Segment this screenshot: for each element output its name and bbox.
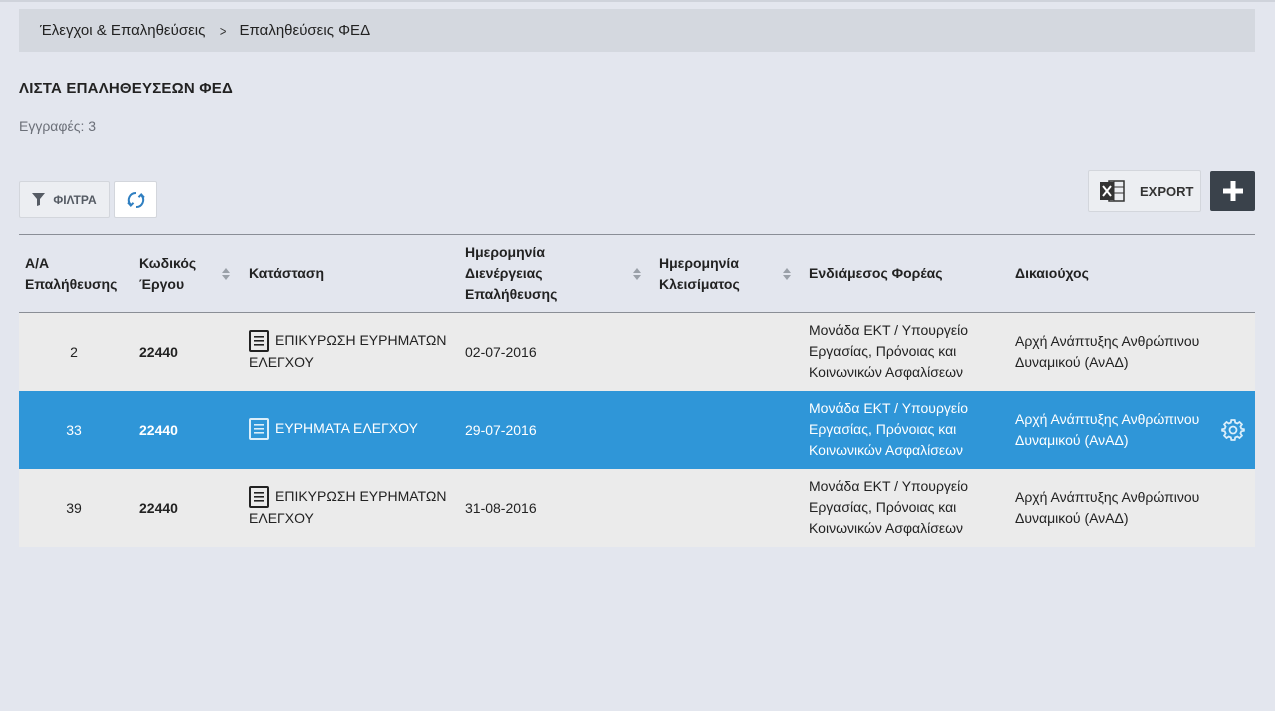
- page-title: ΛΙΣΤΑ ΕΠΑΛΗΘΕΥΣΕΩΝ ΦΕΔ: [19, 80, 233, 97]
- row-beneficiary: Αρχή Ανάπτυξης Ανθρώπινου Δυναμικού (ΑνΑ…: [1015, 331, 1199, 373]
- refresh-icon: [126, 191, 145, 208]
- top-border: [0, 0, 1275, 2]
- export-button[interactable]: EXPORT: [1088, 170, 1201, 212]
- row-code: 22440: [139, 422, 178, 438]
- header-code-line2: Έργου: [139, 276, 185, 292]
- table-row[interactable]: 2 22440 ΕΠΙΚΥΡΩΣΗ ΕΥΡΗΜΑΤΩΝ ΕΛΕΓΧΟΥ 02-0…: [19, 313, 1255, 391]
- header-close-date[interactable]: Ημερομηνία Κλεισίματος: [659, 253, 740, 295]
- breadcrumb-parent[interactable]: Έλεγχοι & Επαληθεύσεις: [40, 22, 205, 39]
- header-aa-line2: Επαλήθευσης: [25, 276, 118, 292]
- body-line3: Κοινωνικών Ασφαλίσεων: [809, 442, 964, 458]
- row-status: ΕΠΙΚΥΡΩΣΗ ΕΥΡΗΜΑΤΩΝ ΕΛΕΓΧΟΥ: [249, 330, 446, 373]
- records-count: Εγγραφές: 3: [19, 118, 97, 134]
- header-close-line2: Κλεισίματος: [659, 276, 740, 292]
- body-line1: Μονάδα ΕΚΤ / Υπουργείο: [809, 400, 969, 416]
- row-code: 22440: [139, 500, 178, 516]
- ben-line2: Δυναμικού (ΑνΑΔ): [1015, 432, 1129, 448]
- ben-line1: Αρχή Ανάπτυξης Ανθρώπινου: [1015, 411, 1200, 427]
- header-aa-line1: Α/Α: [25, 255, 50, 271]
- row-intermediate-body: Μονάδα ΕΚΤ / Υπουργείο Εργασίας, Πρόνοια…: [809, 320, 968, 383]
- header-code-line1: Κωδικός: [139, 255, 197, 271]
- header-status[interactable]: Κατάσταση: [249, 263, 324, 284]
- filter-icon: [32, 193, 46, 206]
- plus-icon: [1222, 181, 1243, 201]
- row-intermediate-body: Μονάδα ΕΚΤ / Υπουργείο Εργασίας, Πρόνοια…: [809, 398, 968, 461]
- header-aa[interactable]: Α/Α Επαλήθευσης: [25, 253, 117, 295]
- row-date: 31-08-2016: [465, 500, 537, 516]
- table-header: Α/Α Επαλήθευσης Κωδικός Έργου Κατάσταση …: [19, 235, 1255, 313]
- ben-line1: Αρχή Ανάπτυξης Ανθρώπινου: [1015, 333, 1200, 349]
- body-line1: Μονάδα ΕΚΤ / Υπουργείο: [809, 478, 969, 494]
- row-code: 22440: [139, 344, 178, 360]
- export-label: EXPORT: [1140, 183, 1194, 199]
- ben-line1: Αρχή Ανάπτυξης Ανθρώπινου: [1015, 489, 1200, 505]
- excel-icon: [1100, 180, 1125, 202]
- header-date[interactable]: Ημερομηνία Διενέργειας Επαλήθευσης: [465, 242, 557, 305]
- row-date: 29-07-2016: [465, 422, 537, 438]
- ben-line2: Δυναμικού (ΑνΑΔ): [1015, 354, 1129, 370]
- status-line2: ΕΛΕΓΧΟΥ: [249, 510, 314, 526]
- filters-label: ΦΙΛΤΡΑ: [53, 192, 97, 207]
- row-status: ΕΥΡΗΜΑΤΑ ΕΛΕΓΧΟΥ: [249, 418, 418, 440]
- body-line3: Κοινωνικών Ασφαλίσεων: [809, 364, 964, 380]
- chevron-right-icon: >: [220, 22, 227, 39]
- body-line2: Εργασίας, Πρόνοιας και: [809, 343, 957, 359]
- row-beneficiary: Αρχή Ανάπτυξης Ανθρώπινου Δυναμικού (ΑνΑ…: [1015, 409, 1199, 451]
- breadcrumb-current: Επαληθεύσεις ΦΕΔ: [239, 22, 371, 39]
- sort-icon[interactable]: [783, 268, 791, 280]
- row-aa: 2: [70, 344, 78, 360]
- table-row[interactable]: 39 22440 ΕΠΙΚΥΡΩΣΗ ΕΥΡΗΜΑΤΩΝ ΕΛΕΓΧΟΥ 31-…: [19, 469, 1255, 547]
- body-line3: Κοινωνικών Ασφαλίσεων: [809, 520, 964, 536]
- sort-icon[interactable]: [633, 268, 641, 280]
- header-date-line1: Ημερομηνία: [465, 244, 545, 260]
- header-date-line3: Επαλήθευσης: [465, 286, 558, 302]
- status-line1: ΕΠΙΚΥΡΩΣΗ ΕΥΡΗΜΑΤΩΝ: [275, 332, 447, 348]
- header-intermediate-body[interactable]: Ενδιάμεσος Φορέας: [809, 263, 943, 284]
- document-icon: [249, 330, 269, 352]
- body-line2: Εργασίας, Πρόνοιας και: [809, 421, 957, 437]
- refresh-button[interactable]: [114, 181, 157, 218]
- row-aa: 33: [66, 422, 82, 438]
- row-beneficiary: Αρχή Ανάπτυξης Ανθρώπινου Δυναμικού (ΑνΑ…: [1015, 487, 1199, 529]
- row-aa: 39: [66, 500, 82, 516]
- status-line1: ΕΠΙΚΥΡΩΣΗ ΕΥΡΗΜΑΤΩΝ: [275, 488, 447, 504]
- status-line2: ΕΛΕΓΧΟΥ: [249, 354, 314, 370]
- header-code[interactable]: Κωδικός Έργου: [139, 253, 196, 295]
- ben-line2: Δυναμικού (ΑνΑΔ): [1015, 510, 1129, 526]
- gear-icon[interactable]: [1221, 418, 1245, 442]
- body-line2: Εργασίας, Πρόνοιας και: [809, 499, 957, 515]
- row-intermediate-body: Μονάδα ΕΚΤ / Υπουργείο Εργασίας, Πρόνοια…: [809, 476, 968, 539]
- add-button[interactable]: [1210, 171, 1255, 211]
- filters-button[interactable]: ΦΙΛΤΡΑ: [19, 181, 110, 218]
- header-date-line2: Διενέργειας: [465, 265, 543, 281]
- sort-icon[interactable]: [222, 268, 230, 280]
- document-icon: [249, 418, 269, 440]
- breadcrumb: Έλεγχοι & Επαληθεύσεις > Επαληθεύσεις ΦΕ…: [19, 9, 1255, 52]
- header-close-line1: Ημερομηνία: [659, 255, 739, 271]
- body-line1: Μονάδα ΕΚΤ / Υπουργείο: [809, 322, 969, 338]
- header-beneficiary[interactable]: Δικαιούχος: [1015, 263, 1089, 284]
- verifications-table: Α/Α Επαλήθευσης Κωδικός Έργου Κατάσταση …: [19, 234, 1255, 547]
- table-row-selected[interactable]: 33 22440 ΕΥΡΗΜΑΤΑ ΕΛΕΓΧΟΥ 29-07-2016 Μον…: [19, 391, 1255, 469]
- document-icon: [249, 486, 269, 508]
- row-status: ΕΠΙΚΥΡΩΣΗ ΕΥΡΗΜΑΤΩΝ ΕΛΕΓΧΟΥ: [249, 486, 446, 529]
- status-line1: ΕΥΡΗΜΑΤΑ ΕΛΕΓΧΟΥ: [275, 420, 418, 436]
- row-date: 02-07-2016: [465, 344, 537, 360]
